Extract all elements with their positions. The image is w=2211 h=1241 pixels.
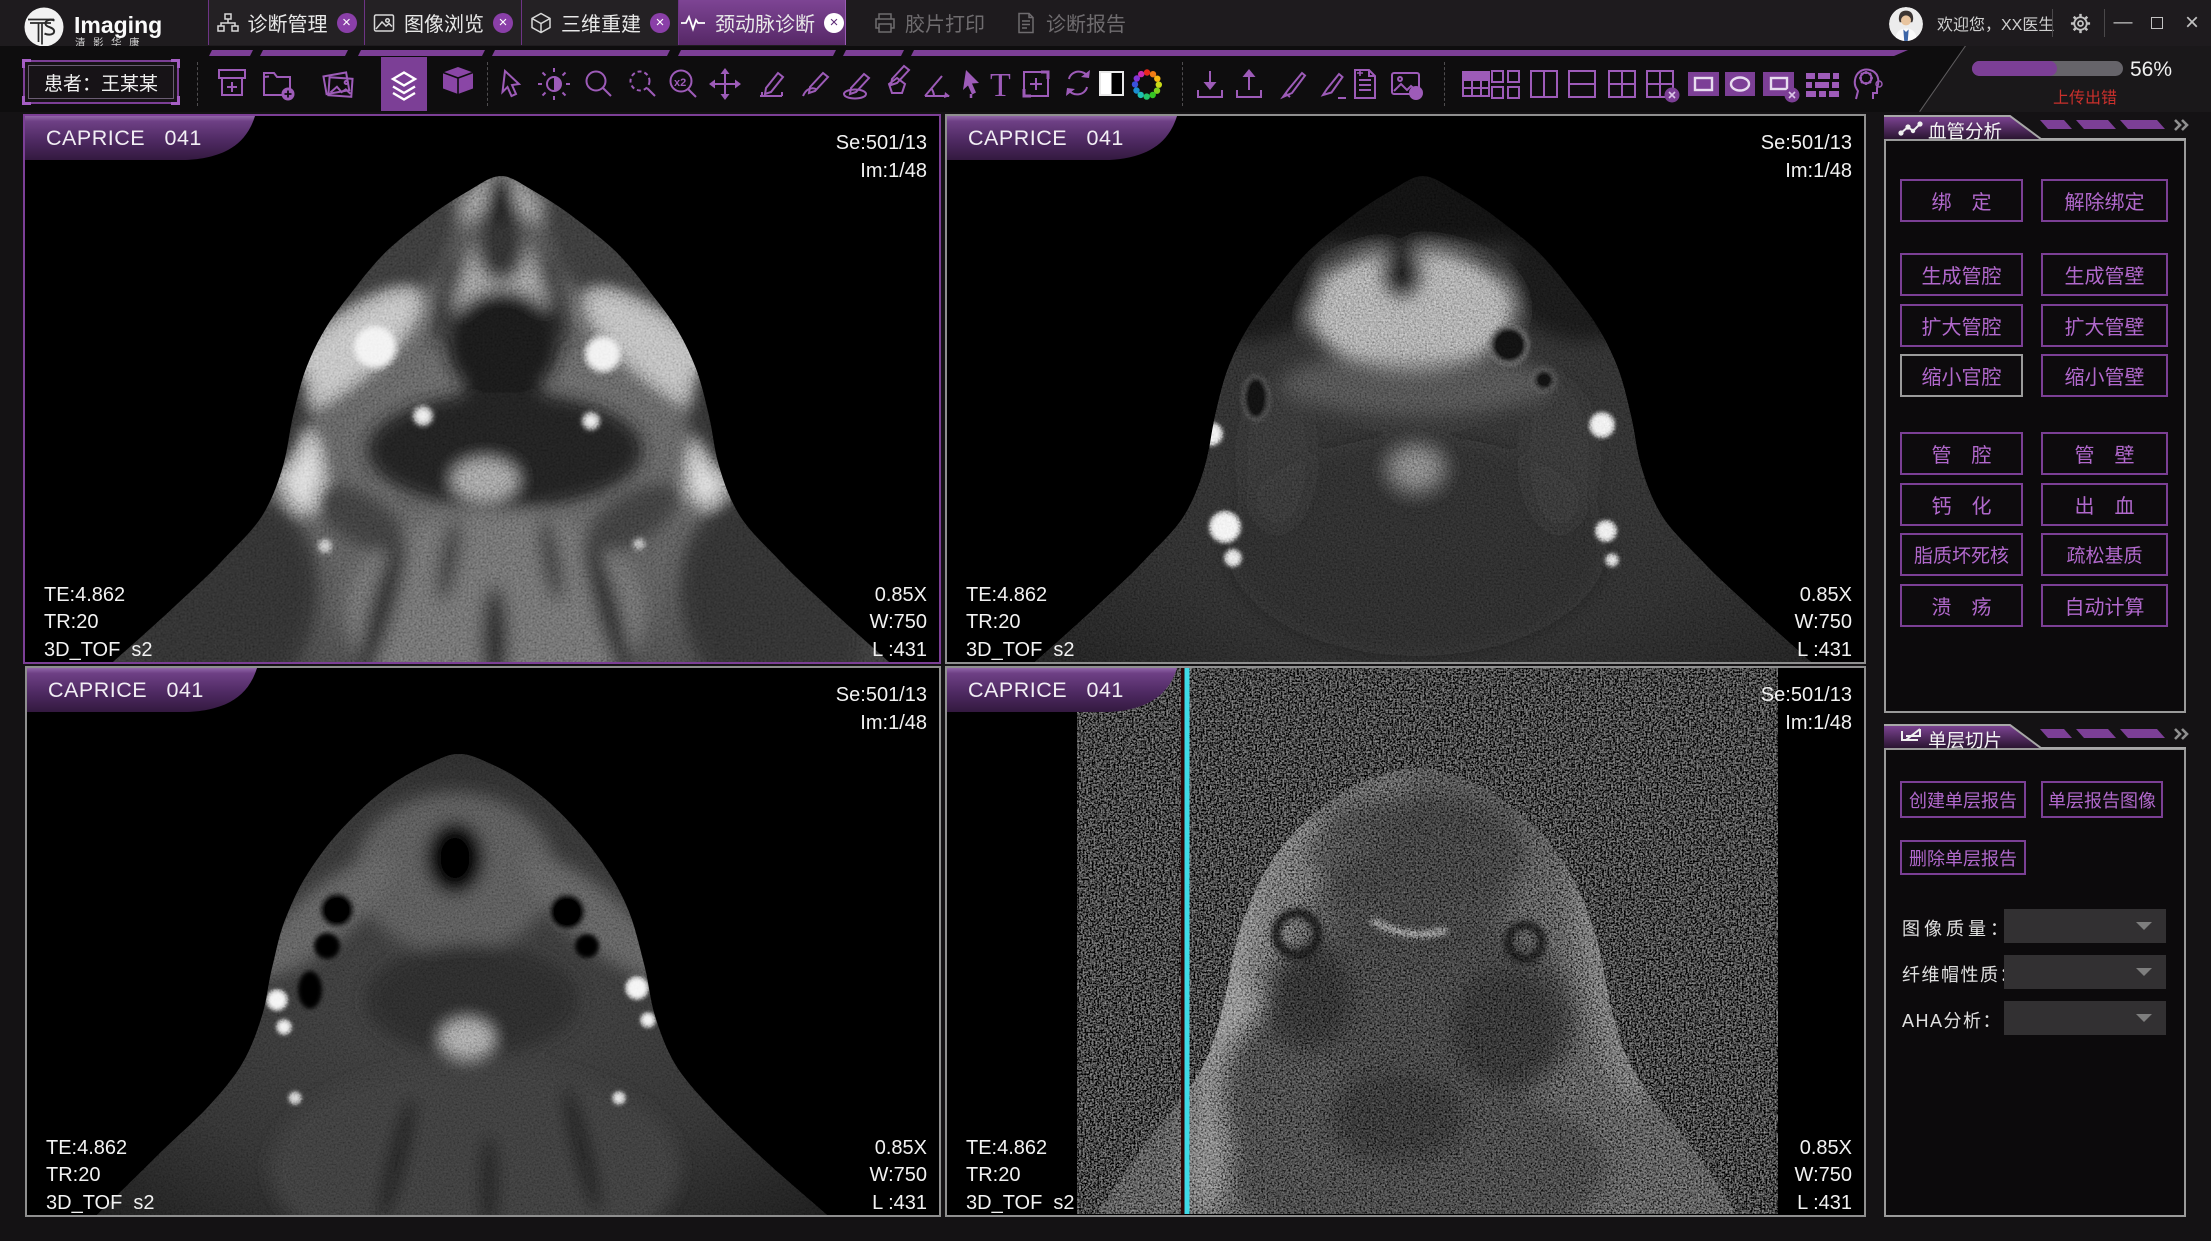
- svg-text:x2: x2: [674, 77, 686, 89]
- svg-text:Imaging: Imaging: [74, 12, 162, 38]
- svg-text:T: T: [990, 67, 1011, 104]
